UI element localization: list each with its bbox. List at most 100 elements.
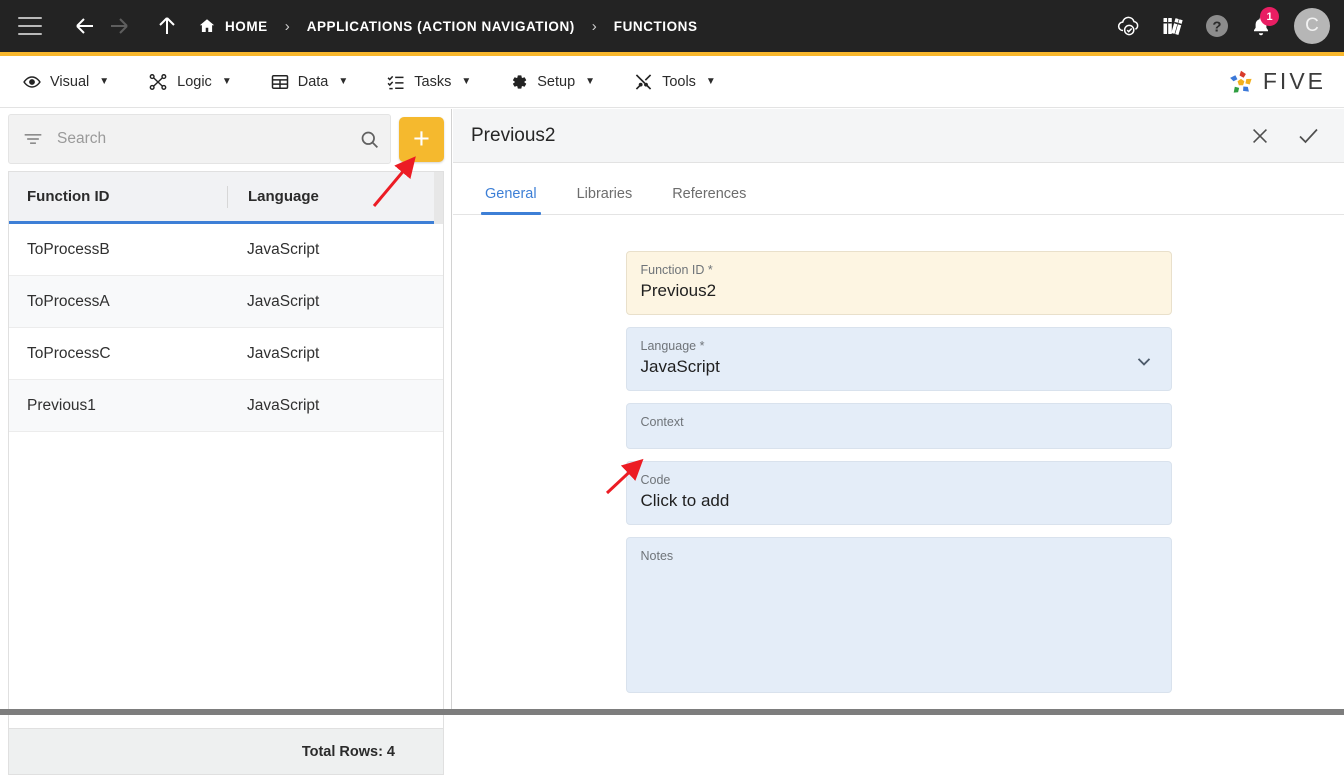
tab-references[interactable]: References: [660, 186, 758, 214]
context-field[interactable]: Context: [625, 403, 1172, 449]
table-footer-total-rows: Total Rows: 4: [9, 728, 443, 774]
language-value: JavaScript: [640, 357, 720, 376]
menu-label-setup: Setup: [537, 73, 576, 90]
cell-language: JavaScript: [247, 396, 320, 414]
cell-language: JavaScript: [247, 240, 320, 258]
chevron-down-icon: ▼: [585, 76, 596, 87]
code-field[interactable]: Code Click to add: [625, 461, 1172, 525]
menu-label-tasks: Tasks: [414, 73, 452, 90]
breadcrumb-item-functions[interactable]: FUNCTIONS: [614, 19, 698, 34]
cell-language: JavaScript: [247, 292, 320, 310]
application-menu-bar: Visual ▼ Logic ▼ Data ▼ Tasks ▼ Setup ▼ …: [0, 56, 1344, 108]
window-bottom-edge: [0, 709, 1344, 715]
functions-list-panel: + Function ID Language ToProcessB JavaSc…: [0, 109, 452, 775]
language-label: Language *: [640, 339, 705, 353]
breadcrumb-separator-2: ›: [591, 17, 597, 35]
search-toolbar: +: [8, 113, 444, 165]
menu-item-data[interactable]: Data ▼: [270, 72, 349, 92]
chevron-down-icon: ▼: [705, 76, 716, 87]
add-record-button[interactable]: +: [399, 116, 444, 162]
search-box[interactable]: [8, 114, 391, 164]
five-logo-mark: [1230, 70, 1252, 93]
breadcrumb-item-applications[interactable]: APPLICATIONS (ACTION NAVIGATION): [307, 19, 575, 34]
detail-header-actions: [1242, 118, 1326, 154]
notifications-bell-icon[interactable]: 1: [1240, 5, 1282, 47]
top-navigation-bar: HOME › APPLICATIONS (ACTION NAVIGATION) …: [0, 0, 1344, 52]
table-body: ToProcessB JavaScript ToProcessA JavaScr…: [9, 224, 443, 728]
notification-badge: 1: [1260, 7, 1279, 26]
five-logo: FIVE: [1226, 67, 1326, 97]
tools-icon: [635, 73, 652, 90]
code-value: Click to add: [640, 491, 730, 510]
function-detail-panel: Previous2 General Libraries References F…: [453, 109, 1344, 709]
chevron-down-icon: ▼: [461, 76, 472, 87]
chevron-down-icon: ▼: [221, 76, 232, 87]
table-scrollbar[interactable]: [434, 172, 443, 224]
cell-function-id: ToProcessA: [27, 292, 110, 310]
table-row[interactable]: ToProcessB JavaScript: [9, 224, 443, 276]
general-form: Function ID * Previous2 Language * JavaS…: [453, 215, 1344, 693]
notes-field[interactable]: Notes: [625, 537, 1172, 693]
menu-label-tools: Tools: [662, 73, 696, 90]
tab-general[interactable]: General: [473, 186, 549, 215]
menu-label-logic: Logic: [177, 73, 212, 90]
table-header-row: Function ID Language: [9, 172, 443, 224]
cloud-check-icon[interactable]: [1108, 5, 1150, 47]
svg-text:?: ?: [1212, 19, 1221, 36]
cell-function-id: ToProcessB: [27, 240, 110, 258]
detail-header: Previous2: [453, 109, 1344, 163]
back-arrow-icon[interactable]: [68, 9, 102, 43]
table-row[interactable]: Previous1 JavaScript: [9, 380, 443, 432]
check-icon[interactable]: [1290, 118, 1326, 154]
chevron-down-icon: ▼: [338, 76, 349, 87]
forward-arrow-icon[interactable]: [102, 9, 136, 43]
checklist-icon: [387, 75, 404, 89]
context-label: Context: [640, 415, 684, 429]
column-header-language[interactable]: Language: [227, 185, 443, 208]
user-avatar[interactable]: C: [1294, 8, 1330, 44]
breadcrumb-item-home[interactable]: HOME: [198, 17, 268, 35]
cell-language: JavaScript: [247, 344, 320, 362]
menu-label-data: Data: [297, 73, 329, 90]
up-arrow-icon[interactable]: [150, 9, 184, 43]
menu-item-tasks[interactable]: Tasks ▼: [386, 72, 471, 92]
breadcrumb-label-home: HOME: [225, 18, 268, 34]
function-id-value: Previous2: [640, 281, 717, 300]
menu-item-logic[interactable]: Logic ▼: [147, 72, 232, 92]
eye-icon: [23, 75, 41, 88]
menu-item-tools[interactable]: Tools ▼: [633, 72, 716, 92]
menu-item-setup[interactable]: Setup ▼: [509, 72, 595, 92]
cell-function-id: Previous1: [27, 396, 96, 414]
menu-label-visual: Visual: [50, 73, 90, 90]
page-title: Previous2: [471, 124, 556, 146]
functions-table: Function ID Language ToProcessB JavaScri…: [8, 171, 444, 775]
table-grid-icon: [271, 74, 288, 89]
five-logo-text: FIVE: [1262, 68, 1326, 94]
menu-item-visual[interactable]: Visual ▼: [22, 72, 109, 92]
function-id-field[interactable]: Function ID * Previous2: [625, 251, 1172, 315]
notes-label: Notes: [640, 549, 674, 563]
chevron-down-icon: ▼: [99, 76, 110, 87]
cell-function-id: ToProcessC: [27, 344, 111, 362]
help-icon[interactable]: ?: [1196, 5, 1238, 47]
home-icon: [199, 19, 215, 32]
table-row[interactable]: ToProcessC JavaScript: [9, 328, 443, 380]
column-header-function-id[interactable]: Function ID: [9, 188, 227, 205]
logic-nodes-icon: [149, 73, 167, 90]
detail-tabs: General Libraries References: [453, 163, 1344, 215]
books-icon[interactable]: [1152, 5, 1194, 47]
close-icon[interactable]: [1242, 118, 1278, 154]
chevron-down-icon[interactable]: [1133, 350, 1155, 372]
table-row[interactable]: ToProcessA JavaScript: [9, 276, 443, 328]
search-icon: [361, 131, 378, 148]
topbar-actions: ? 1 C: [1108, 5, 1330, 47]
language-field[interactable]: Language * JavaScript: [625, 327, 1172, 391]
tab-libraries[interactable]: Libraries: [565, 186, 645, 214]
code-label: Code: [640, 473, 671, 487]
filter-icon: [24, 134, 42, 144]
gear-icon: [513, 74, 527, 89]
breadcrumb-separator-1: ›: [284, 17, 290, 35]
search-input[interactable]: [57, 130, 359, 148]
hamburger-menu-icon[interactable]: [18, 17, 42, 35]
function-id-label: Function ID *: [640, 263, 713, 277]
